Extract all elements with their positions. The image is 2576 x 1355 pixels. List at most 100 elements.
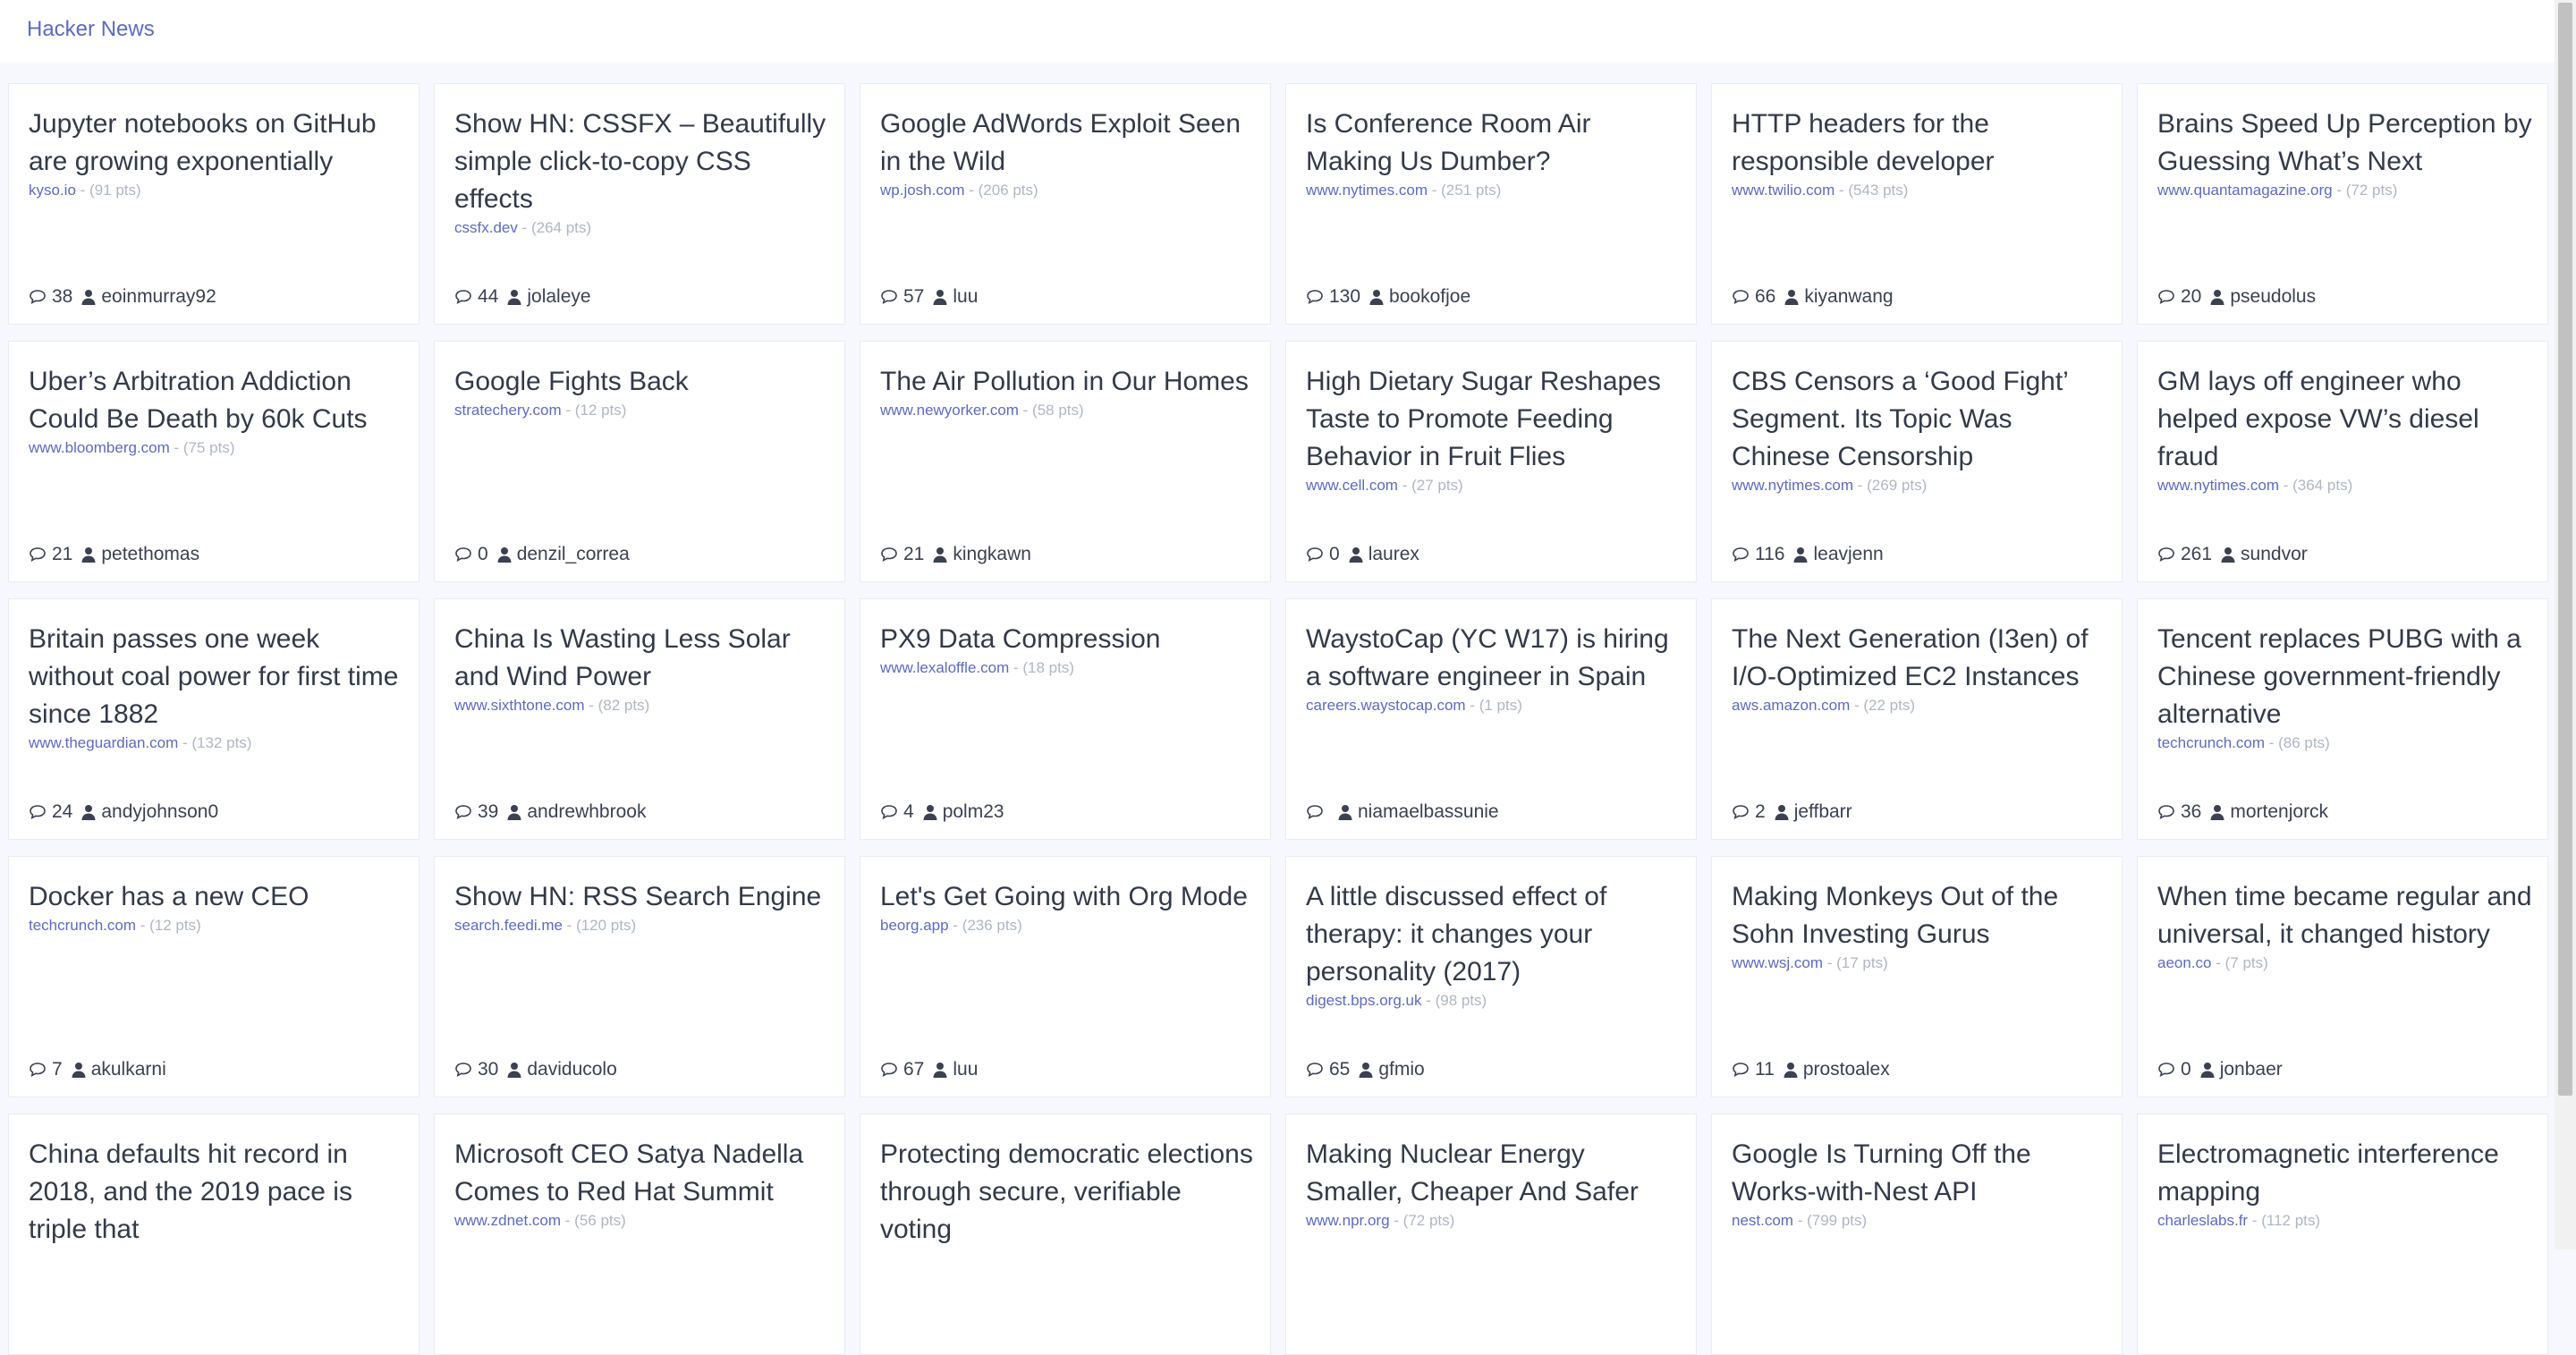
story-author[interactable]: akulkarni: [91, 1059, 166, 1080]
story-title[interactable]: Making Monkeys Out of the Sohn Investing…: [1732, 882, 2058, 949]
story-domain[interactable]: digest.bps.org.uk: [1306, 992, 1421, 1009]
comment-count[interactable]: 116: [1755, 544, 1784, 565]
story-author[interactable]: gfmio: [1378, 1059, 1424, 1080]
story-title[interactable]: GM lays off engineer who helped expose V…: [2157, 367, 2479, 471]
comment-icon[interactable]: [454, 1062, 472, 1078]
comment-count[interactable]: 36: [2181, 801, 2201, 823]
story-domain[interactable]: techcrunch.com: [2157, 734, 2265, 751]
story-title[interactable]: PX9 Data Compression: [880, 624, 1160, 654]
story-domain[interactable]: search.feedi.me: [454, 917, 563, 934]
story-title[interactable]: WaystoCap (YC W17) is hiring a software …: [1306, 624, 1669, 691]
comment-icon[interactable]: [880, 804, 898, 820]
story-domain[interactable]: beorg.app: [880, 917, 949, 934]
comment-count[interactable]: 21: [52, 544, 72, 565]
story-domain[interactable]: kyso.io: [29, 182, 76, 199]
story-title[interactable]: China defaults hit record in 2018, and t…: [29, 1139, 352, 1244]
comment-icon[interactable]: [2157, 1062, 2175, 1078]
story-title[interactable]: The Air Pollution in Our Homes: [880, 367, 1249, 396]
story-domain[interactable]: www.nytimes.com: [1306, 182, 1428, 199]
story-domain[interactable]: wp.josh.com: [880, 182, 964, 199]
comment-icon[interactable]: [1732, 804, 1750, 820]
comment-icon[interactable]: [29, 1062, 47, 1078]
comment-icon[interactable]: [2157, 289, 2175, 305]
story-title[interactable]: Uber’s Arbitration Addiction Could Be De…: [29, 367, 368, 434]
comment-icon[interactable]: [880, 289, 898, 305]
story-author[interactable]: prostoalex: [1803, 1059, 1890, 1080]
comment-count[interactable]: 11: [1755, 1059, 1775, 1080]
story-author[interactable]: andyjohnson0: [101, 801, 218, 823]
story-author[interactable]: luu: [953, 1059, 978, 1080]
story-author[interactable]: jonbaer: [2220, 1059, 2283, 1080]
story-domain[interactable]: www.quantamagazine.org: [2157, 182, 2333, 199]
story-author[interactable]: jolaleye: [527, 286, 590, 308]
story-author[interactable]: denzil_correa: [517, 544, 630, 565]
story-domain[interactable]: techcrunch.com: [29, 917, 136, 934]
comment-count[interactable]: 65: [1329, 1059, 1350, 1080]
brand-link[interactable]: Hacker News: [27, 17, 155, 42]
comment-count[interactable]: 4: [903, 801, 914, 823]
story-domain[interactable]: aws.amazon.com: [1732, 697, 1850, 714]
comment-icon[interactable]: [880, 546, 898, 563]
story-domain[interactable]: www.sixthtone.com: [454, 697, 585, 714]
story-domain[interactable]: www.npr.org: [1306, 1212, 1390, 1229]
story-title[interactable]: When time became regular and universal, …: [2157, 882, 2532, 949]
story-domain[interactable]: www.lexaloffle.com: [880, 659, 1009, 676]
comment-count[interactable]: 7: [52, 1059, 63, 1080]
story-author[interactable]: eoinmurray92: [101, 286, 216, 308]
comment-icon[interactable]: [29, 289, 47, 305]
story-author[interactable]: niamaelbassunie: [1358, 801, 1499, 823]
comment-icon[interactable]: [1732, 289, 1750, 305]
comment-icon[interactable]: [2157, 546, 2175, 563]
story-title[interactable]: Tencent replaces PUBG with a Chinese gov…: [2157, 624, 2521, 729]
story-author[interactable]: polm23: [943, 801, 1004, 823]
story-title[interactable]: Docker has a new CEO: [29, 882, 309, 911]
story-title[interactable]: Google AdWords Exploit Seen in the Wild: [880, 109, 1241, 176]
comment-icon[interactable]: [1306, 546, 1324, 563]
story-title[interactable]: Microsoft CEO Satya Nadella Comes to Red…: [454, 1139, 803, 1207]
story-author[interactable]: luu: [953, 286, 978, 308]
comment-icon[interactable]: [454, 546, 472, 563]
story-domain[interactable]: www.nytimes.com: [1732, 477, 1853, 494]
story-title[interactable]: Show HN: RSS Search Engine: [454, 882, 821, 911]
story-domain[interactable]: nest.com: [1732, 1212, 1793, 1229]
story-domain[interactable]: cssfx.dev: [454, 219, 518, 236]
story-author[interactable]: kingkawn: [953, 544, 1031, 565]
story-title[interactable]: Protecting democratic elections through …: [880, 1139, 1253, 1244]
story-domain[interactable]: stratechery.com: [454, 402, 562, 419]
comment-count[interactable]: 0: [1329, 544, 1340, 565]
story-title[interactable]: China Is Wasting Less Solar and Wind Pow…: [454, 624, 791, 691]
comment-icon[interactable]: [1306, 1062, 1324, 1078]
comment-icon[interactable]: [2157, 804, 2175, 820]
comment-count[interactable]: 261: [2181, 544, 2212, 565]
comment-icon[interactable]: [454, 289, 472, 305]
comment-icon[interactable]: [880, 1062, 898, 1078]
story-domain[interactable]: aeon.co: [2157, 954, 2212, 971]
story-author[interactable]: pseudolus: [2230, 286, 2316, 308]
story-title[interactable]: CBS Censors a ‘Good Fight’ Segment. Its …: [1732, 367, 2068, 471]
story-author[interactable]: andrewhbrook: [527, 801, 646, 823]
story-domain[interactable]: www.newyorker.com: [880, 402, 1019, 419]
story-title[interactable]: Let's Get Going with Org Mode: [880, 882, 1248, 911]
story-author[interactable]: daviducolo: [527, 1059, 616, 1080]
comment-count[interactable]: 130: [1329, 286, 1360, 308]
comment-count[interactable]: 20: [2181, 286, 2201, 308]
story-title[interactable]: The Next Generation (I3en) of I/O-Optimi…: [1732, 624, 2089, 691]
comment-icon[interactable]: [29, 804, 47, 820]
story-title[interactable]: HTTP headers for the responsible develop…: [1732, 109, 1995, 176]
comment-count[interactable]: 67: [903, 1059, 924, 1080]
comment-icon[interactable]: [1732, 546, 1750, 563]
story-title[interactable]: A little discussed effect of therapy: it…: [1306, 882, 1606, 987]
comment-count[interactable]: 57: [903, 286, 924, 308]
story-title[interactable]: Jupyter notebooks on GitHub are growing …: [29, 109, 377, 176]
comment-count[interactable]: 24: [52, 801, 72, 823]
comment-icon[interactable]: [454, 804, 472, 820]
comment-icon[interactable]: [1732, 1062, 1750, 1078]
story-title[interactable]: Show HN: CSSFX – Beautifully simple clic…: [454, 109, 826, 214]
comment-count[interactable]: 21: [903, 544, 924, 565]
comment-count[interactable]: 38: [52, 286, 72, 308]
story-author[interactable]: kiyanwang: [1804, 286, 1893, 308]
story-title[interactable]: Britain passes one week without coal pow…: [29, 624, 398, 729]
story-title[interactable]: Is Conference Room Air Making Us Dumber?: [1306, 109, 1590, 176]
story-domain[interactable]: www.theguardian.com: [29, 734, 178, 751]
comment-count[interactable]: 2: [1755, 801, 1766, 823]
